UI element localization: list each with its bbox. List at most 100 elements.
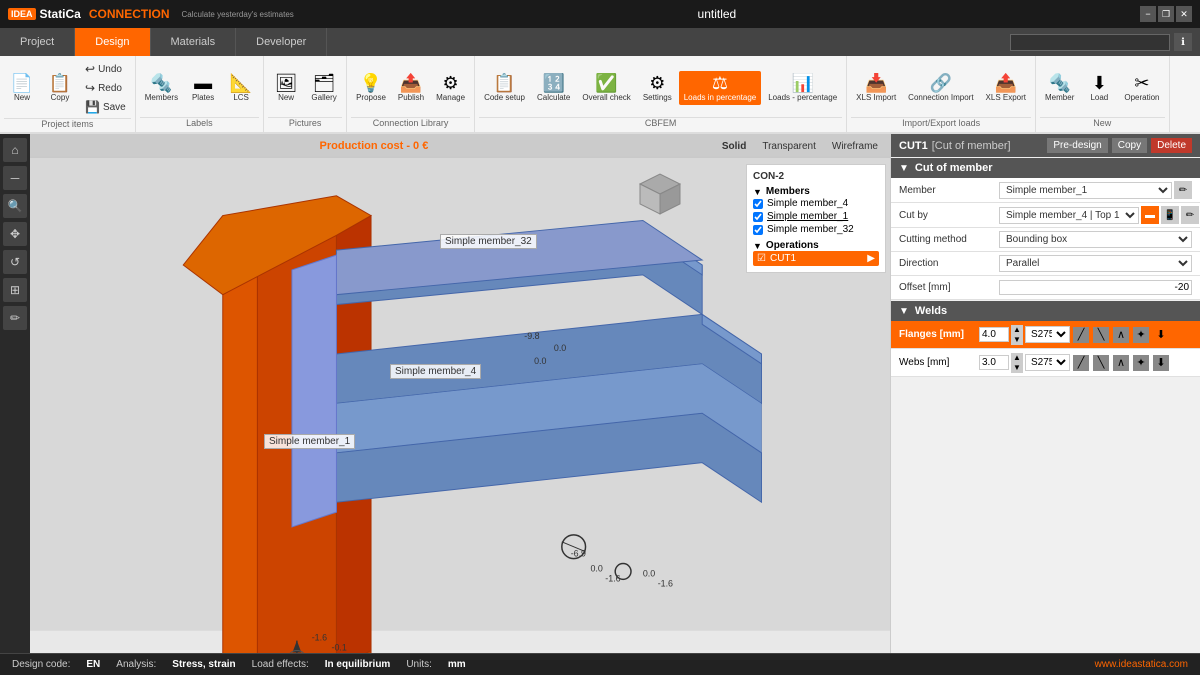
flanges-material-select[interactable]: S275 [1025,326,1070,343]
member-edit-button[interactable]: ✏ [1174,181,1192,199]
member-new-button[interactable]: 🔩 Member [1040,71,1079,105]
fit-tool[interactable]: ⊞ [3,278,27,302]
cut-by-select[interactable]: Simple member_4 | Top 1 [999,207,1139,224]
lcs-button[interactable]: 📐 LCS [223,71,259,105]
webs-weld-type-3-icon[interactable]: ∧ [1113,355,1129,371]
connection-import-button[interactable]: 🔗 Connection Import [903,71,978,105]
close-button[interactable]: ✕ [1176,6,1192,22]
propose-button[interactable]: 💡 Propose [351,71,391,105]
xls-export-button[interactable]: 📤 XLS Export [981,71,1031,105]
webs-weld-download-icon[interactable]: ⬇ [1153,355,1169,371]
design-code-label: Design code: [12,659,70,670]
tab-materials[interactable]: Materials [151,28,237,56]
flanges-weld-type-1-icon[interactable]: ╱ [1073,327,1089,343]
cut1-arrow-icon: ▶ [867,253,875,264]
member-list-item[interactable]: Simple member_4 [753,197,879,210]
manage-button[interactable]: ⚙ Manage [431,71,470,105]
tab-developer[interactable]: Developer [236,28,327,56]
direction-value: Parallel [999,255,1192,272]
operation-new-button[interactable]: ✂ Operation [1119,71,1164,105]
flanges-weld-type-4-icon[interactable]: ✦ [1133,327,1149,343]
view-cube[interactable] [630,164,690,224]
status-bar: Design code: EN Analysis: Stress, strain… [0,653,1200,675]
view-wireframe-button[interactable]: Wireframe [828,140,882,153]
member-list-item[interactable]: Simple member_1 [753,210,879,223]
load-new-label: Load [1090,93,1108,102]
loads-val-button[interactable]: 📊 Loads - percentage [763,71,842,105]
save-button[interactable]: 💾 Save [80,98,131,116]
flanges-weld-download-icon[interactable]: ⬇ [1153,327,1169,343]
cut-by-phone-icon-button[interactable]: 📱 [1161,206,1179,224]
flanges-weld-type-3-icon[interactable]: ∧ [1113,327,1129,343]
cut-by-rect-icon-button[interactable]: ▬ [1141,206,1159,224]
offset-input[interactable] [999,280,1192,295]
new-picture-button[interactable]: 🖼 New [268,71,304,105]
view-transparent-button[interactable]: Transparent [758,140,820,153]
annotate-tool[interactable]: ✏ [3,306,27,330]
member-select[interactable]: Simple member_1 [999,182,1172,199]
cutting-method-select[interactable]: Bounding box [999,231,1192,248]
webs-weld-type-4-icon[interactable]: ✦ [1133,355,1149,371]
pan-tool[interactable]: ✥ [3,222,27,246]
member-new-label: Member [1045,93,1074,102]
new-button[interactable]: 📄 New [4,71,40,105]
member-list-item[interactable]: Simple member_32 [753,223,879,236]
restore-button[interactable]: ❐ [1158,6,1174,22]
webs-material-select[interactable]: S275 [1025,354,1070,371]
info-button[interactable]: ℹ [1174,33,1192,51]
cut-by-edit-button[interactable]: ✏ [1181,206,1199,224]
flanges-increment-button[interactable]: ▲ [1011,325,1023,335]
view-solid-button[interactable]: Solid [718,140,750,153]
code-setup-button[interactable]: 📋 Code setup [479,71,530,105]
xls-import-button[interactable]: 📥 XLS Import [851,71,901,105]
members-section-toggle[interactable]: ▼ Members [753,186,879,197]
webs-increment-button[interactable]: ▲ [1011,353,1023,363]
member-4-checkbox[interactable] [753,199,763,209]
zoom-out-tool[interactable]: － [3,166,27,190]
member-32-checkbox[interactable] [753,225,763,235]
members-button[interactable]: 🔩 Members [140,71,183,105]
publish-button[interactable]: 📤 Publish [393,71,429,105]
member-1-checkbox[interactable] [753,212,763,222]
home-tool[interactable]: ⌂ [3,138,27,162]
loads-pct-icon: ⚖ [712,74,728,92]
webs-value-input[interactable] [979,355,1009,370]
direction-select[interactable]: Parallel [999,255,1192,272]
flanges-value-input[interactable] [979,327,1009,342]
predesign-button[interactable]: Pre-design [1047,138,1107,153]
flanges-weld-type-2-icon[interactable]: ╲ [1093,327,1109,343]
flanges-decrement-button[interactable]: ▼ [1011,335,1023,345]
plates-button[interactable]: ▬ Plates [185,71,221,105]
3d-viewport[interactable]: Production cost - 0 € Solid Transparent … [30,134,890,653]
webs-decrement-button[interactable]: ▼ [1011,363,1023,373]
settings-button[interactable]: ⚙ Settings [638,71,677,105]
redo-button[interactable]: ↪ Redo [80,79,131,97]
member-new-icon: 🔩 [1048,74,1070,92]
minimize-button[interactable]: − [1140,6,1156,22]
rotate-tool[interactable]: ↺ [3,250,27,274]
tab-design[interactable]: Design [75,28,150,56]
copy-operation-button[interactable]: Copy [1112,138,1147,153]
loads-pct-button[interactable]: ⚖ Loads in percentage [679,71,762,105]
overall-check-button[interactable]: ✅ Overall check [577,71,635,105]
gallery-button[interactable]: 🗂 Gallery [306,71,342,105]
operations-section-toggle[interactable]: ▼ Operations [753,240,879,251]
webs-weld-type-1-icon[interactable]: ╱ [1073,355,1089,371]
connection-import-icon: 🔗 [930,74,952,92]
plates-label: Plates [192,93,214,102]
calculate-button[interactable]: 🔢 Calculate [532,71,575,105]
zoom-in-tool[interactable]: 🔍 [3,194,27,218]
welds-section-title: Welds [915,305,947,317]
undo-button[interactable]: ↩ Undo [80,60,131,78]
welds-section[interactable]: ▼ Welds [891,301,1200,321]
operation-new-label: Operation [1124,93,1159,102]
load-new-button[interactable]: ⬇ Load [1081,71,1117,105]
delete-operation-button[interactable]: Delete [1151,138,1192,153]
webs-weld-type-2-icon[interactable]: ╲ [1093,355,1109,371]
tab-project[interactable]: Project [0,28,75,56]
copy-button[interactable]: 📋 Copy [42,71,78,105]
cut-of-member-section[interactable]: ▼ Cut of member [891,158,1200,178]
cut1-operation[interactable]: ☑ CUT1 ▶ [753,251,879,266]
search-input[interactable] [1010,34,1170,51]
member-prop-value: Simple member_1 ✏ [999,181,1192,199]
